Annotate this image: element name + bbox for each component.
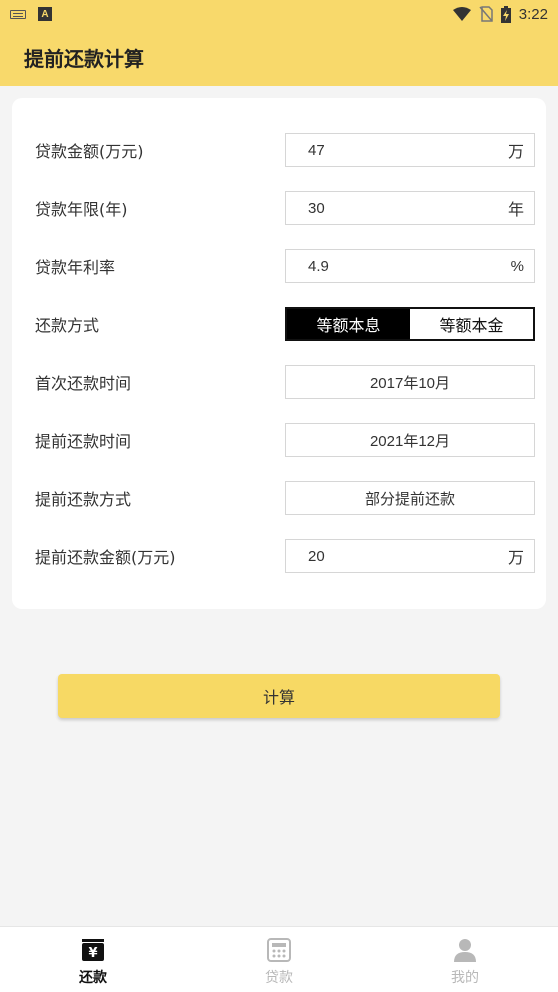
loan-years-unit: 年	[507, 200, 524, 219]
row-annual-rate: 贷款年利率 4.9 %	[12, 249, 546, 283]
calculate-button-label: 计算	[262, 688, 295, 707]
person-icon	[454, 939, 476, 962]
repay-method-toggle[interactable]: 等额本息 等额本金	[285, 307, 535, 341]
annual-rate-value: 4.9	[308, 257, 329, 275]
status-bar: A 3:22	[0, 0, 558, 28]
loan-amount-value: 47	[308, 141, 325, 159]
status-left: A	[10, 7, 52, 21]
prepay-time-value: 2021年12月	[369, 432, 451, 450]
first-repay-time-value: 2017年10月	[369, 374, 451, 392]
tab-repay[interactable]: ¥ 还款	[0, 927, 186, 992]
prepay-amount-label: 提前还款金额(万元)	[35, 548, 176, 567]
battery-charging-icon	[500, 5, 511, 23]
a-icon: A	[38, 7, 52, 21]
calculator-icon	[267, 938, 291, 962]
calculate-button[interactable]: 计算	[58, 674, 500, 718]
row-prepay-time: 提前还款时间 2021年12月	[12, 423, 546, 457]
repay-method-option-equal-installment[interactable]: 等额本息	[287, 309, 410, 339]
loan-amount-unit: 万	[507, 142, 524, 161]
repay-method-label: 还款方式	[35, 316, 100, 335]
loan-amount-label: 贷款金额(万元)	[35, 142, 144, 161]
row-loan-years: 贷款年限(年) 30 年	[12, 191, 546, 225]
first-repay-time-picker[interactable]: 2017年10月	[285, 365, 535, 399]
svg-text:¥: ¥	[88, 946, 97, 961]
prepay-method-label: 提前还款方式	[35, 490, 132, 509]
loan-years-input[interactable]: 30 年	[285, 191, 535, 225]
prepay-method-picker[interactable]: 部分提前还款	[285, 481, 535, 515]
prepay-time-picker[interactable]: 2021年12月	[285, 423, 535, 457]
status-right: 3:22	[452, 5, 548, 23]
bottom-tab-bar: ¥ 还款 贷款 我的	[0, 926, 558, 992]
wifi-icon	[452, 7, 471, 21]
first-repay-time-label: 首次还款时间	[35, 374, 132, 393]
app-bar: 提前还款计算	[0, 28, 558, 86]
tab-mine[interactable]: 我的	[372, 927, 558, 992]
loan-amount-input[interactable]: 47 万	[285, 133, 535, 167]
tab-repay-label: 还款	[79, 970, 107, 986]
loan-years-label: 贷款年限(年)	[35, 200, 128, 219]
tab-loan[interactable]: 贷款	[186, 927, 372, 992]
form-card: 贷款金额(万元) 47 万 贷款年限(年) 30 年 贷款年利率 4.9 % 还…	[12, 98, 546, 609]
annual-rate-unit: %	[510, 257, 524, 275]
status-time: 3:22	[518, 5, 548, 23]
repay-method-option-equal-principal[interactable]: 等额本金	[410, 309, 533, 339]
yuan-wallet-icon: ¥	[82, 939, 104, 961]
annual-rate-label: 贷款年利率	[35, 258, 116, 277]
prepay-time-label: 提前还款时间	[35, 432, 132, 451]
row-prepay-method: 提前还款方式 部分提前还款	[12, 481, 546, 515]
row-loan-amount: 贷款金额(万元) 47 万	[12, 133, 546, 167]
prepay-amount-input[interactable]: 20 万	[285, 539, 535, 573]
annual-rate-input[interactable]: 4.9 %	[285, 249, 535, 283]
no-sim-icon	[479, 6, 493, 22]
tab-mine-label: 我的	[451, 970, 479, 986]
row-prepay-amount: 提前还款金额(万元) 20 万	[12, 539, 546, 573]
prepay-amount-unit: 万	[507, 548, 524, 567]
row-first-repay-time: 首次还款时间 2017年10月	[12, 365, 546, 399]
prepay-method-value: 部分提前还款	[364, 490, 455, 508]
prepay-amount-value: 20	[308, 547, 325, 565]
row-repay-method: 还款方式 等额本息 等额本金	[12, 307, 546, 341]
tab-loan-label: 贷款	[265, 970, 293, 986]
page-title: 提前还款计算	[24, 46, 144, 71]
keyboard-icon	[10, 9, 26, 19]
loan-years-value: 30	[308, 199, 325, 217]
